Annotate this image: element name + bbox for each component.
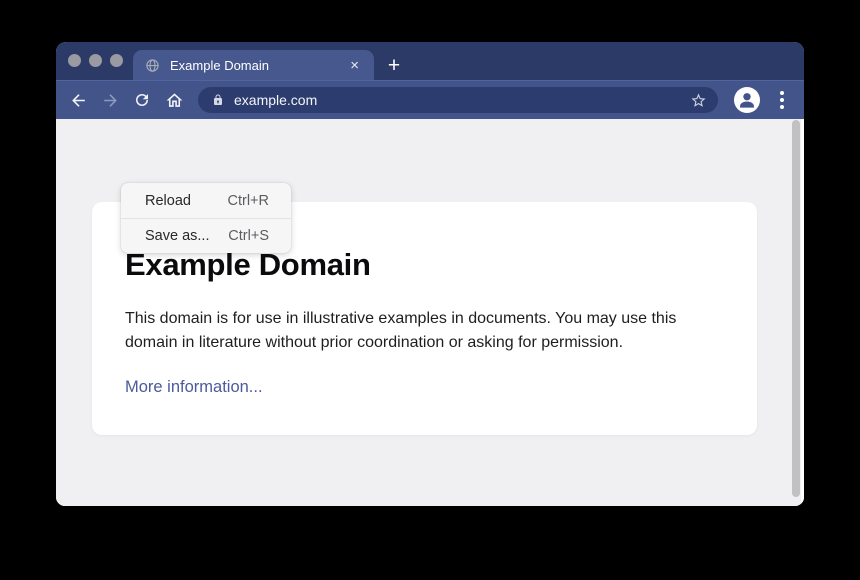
window-close-button[interactable]: [68, 54, 81, 67]
person-avatar-icon: [734, 87, 760, 113]
tab-close-icon[interactable]: ×: [345, 56, 364, 75]
menu-item-label: Reload: [145, 193, 191, 209]
browser-window: Example Domain × +: [56, 42, 804, 506]
three-dots-icon: [780, 91, 784, 109]
window-edge: [801, 119, 804, 506]
lock-icon[interactable]: [212, 93, 224, 107]
context-menu-item-save-as[interactable]: Save as... Ctrl+S: [121, 218, 291, 253]
reload-icon: [133, 91, 151, 109]
forward-button[interactable]: [94, 84, 126, 116]
tab-title: Example Domain: [170, 58, 345, 73]
menu-item-shortcut: Ctrl+S: [228, 228, 269, 244]
menu-item-shortcut: Ctrl+R: [228, 193, 270, 209]
home-icon: [165, 91, 184, 110]
reload-button[interactable]: [126, 84, 158, 116]
vertical-scrollbar[interactable]: [792, 120, 800, 497]
forward-arrow-icon: [101, 91, 120, 110]
browser-tab[interactable]: Example Domain ×: [133, 50, 374, 80]
context-menu-item-reload[interactable]: Reload Ctrl+R: [121, 183, 291, 218]
browser-toolbar: example.com: [56, 80, 804, 119]
page-viewport: Example Domain This domain is for use in…: [56, 119, 804, 506]
url-bar[interactable]: example.com: [198, 87, 718, 113]
profile-avatar-button[interactable]: [734, 87, 760, 113]
window-zoom-button[interactable]: [110, 54, 123, 67]
star-icon: [690, 92, 707, 109]
new-tab-button[interactable]: +: [380, 51, 408, 79]
url-text: example.com: [234, 92, 686, 108]
back-arrow-icon: [69, 91, 88, 110]
home-button[interactable]: [158, 84, 190, 116]
menu-item-label: Save as...: [145, 228, 209, 244]
globe-favicon-icon: [145, 58, 160, 73]
window-minimize-button[interactable]: [89, 54, 102, 67]
context-menu: Reload Ctrl+R Save as... Ctrl+S: [121, 183, 291, 253]
browser-menu-button[interactable]: [770, 88, 794, 112]
back-button[interactable]: [62, 84, 94, 116]
title-bar: Example Domain × +: [56, 42, 804, 80]
page-paragraph: This domain is for use in illustrative e…: [125, 307, 717, 355]
window-controls: [68, 54, 123, 67]
more-information-link[interactable]: More information...: [125, 378, 263, 397]
bookmark-star-button[interactable]: [686, 88, 710, 112]
